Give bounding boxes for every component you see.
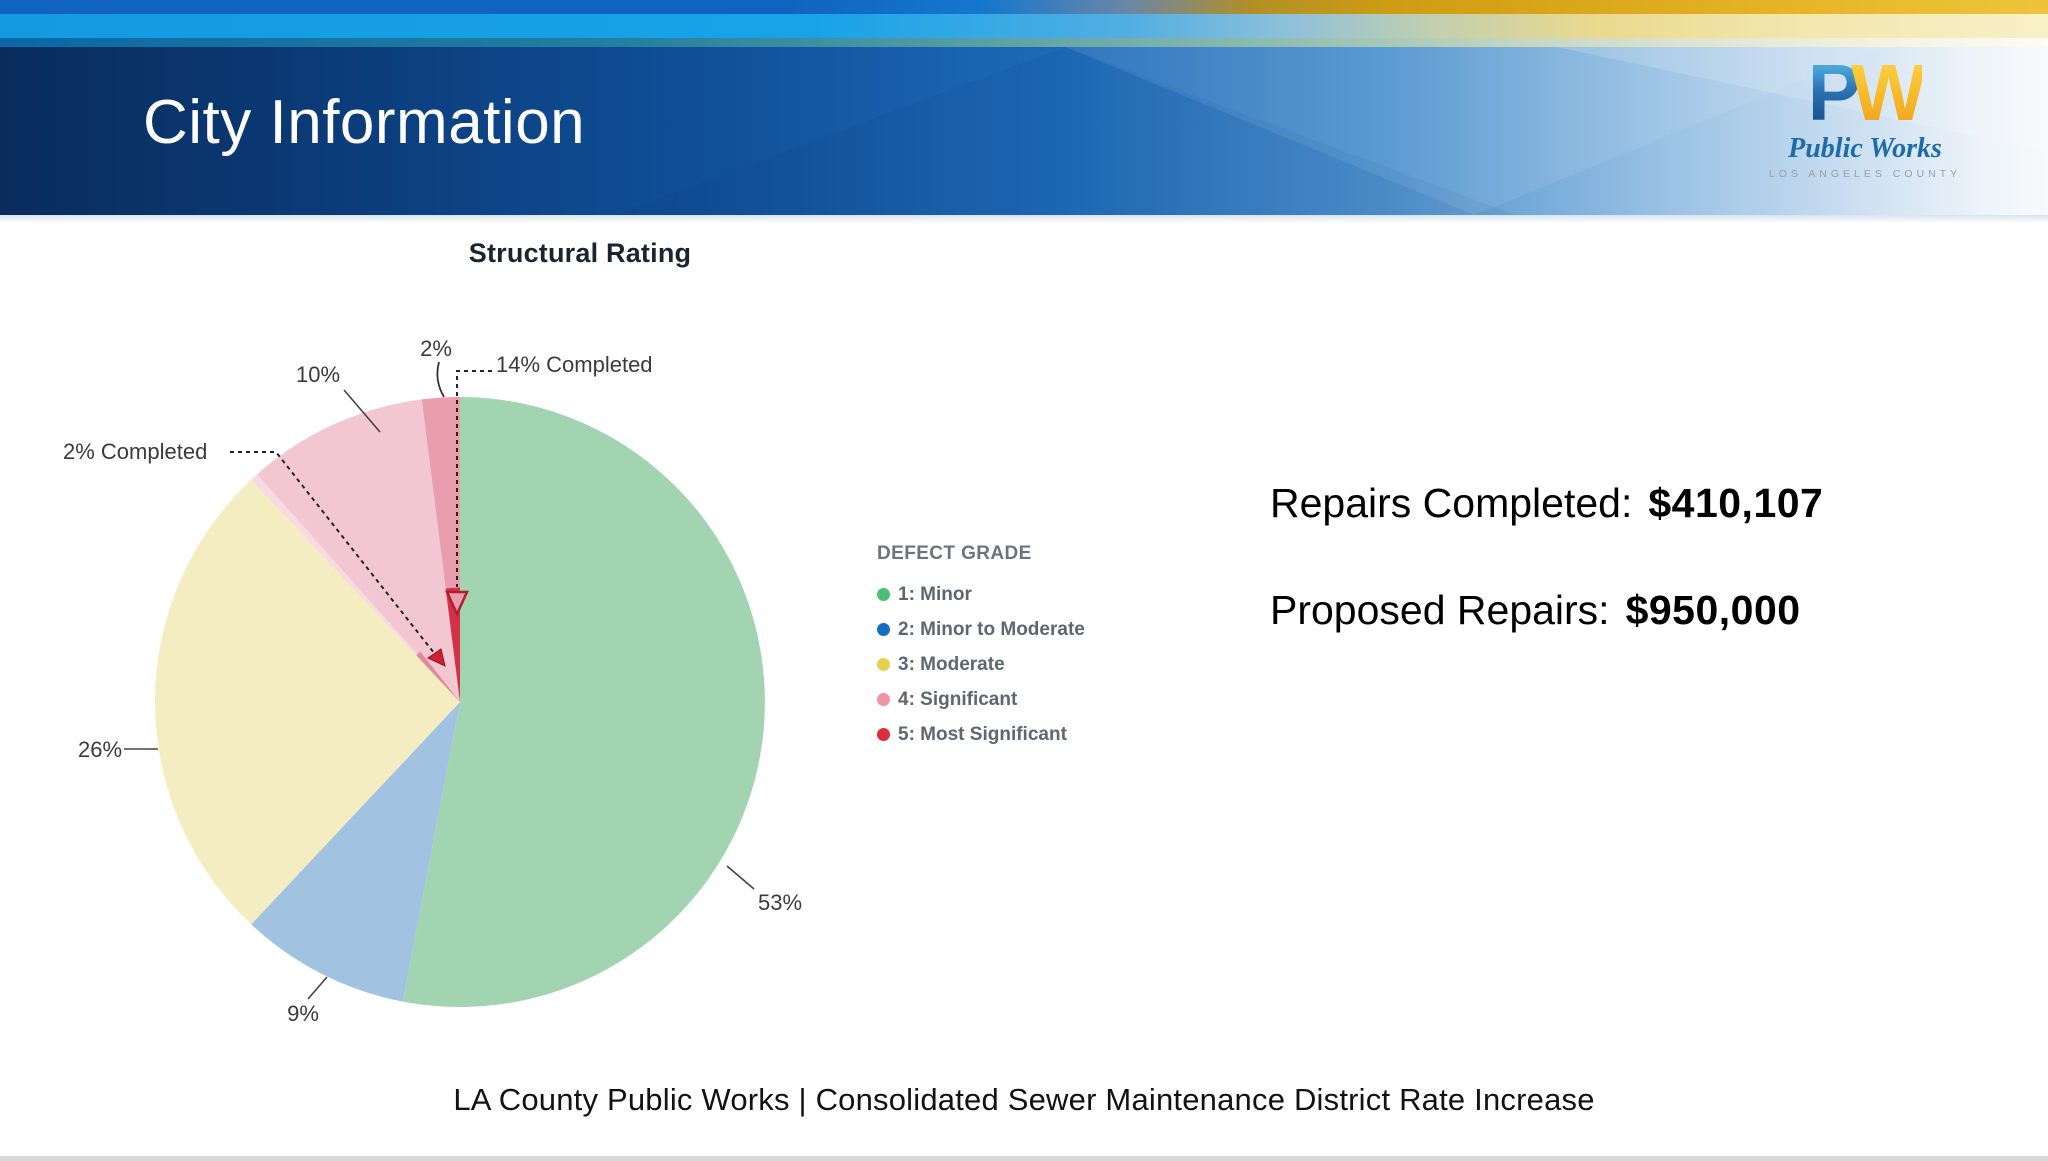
stat-label: Repairs Completed: bbox=[1270, 480, 1632, 526]
annotation-2pct-completed: 2% Completed bbox=[63, 439, 207, 464]
stat-value: $950,000 bbox=[1626, 587, 1801, 633]
legend-item-label: 5: Most Significant bbox=[898, 724, 1067, 746]
legend-item: 2: Minor to Moderate bbox=[877, 612, 1085, 647]
repair-stats: Repairs Completed: $410,107 Proposed Repa… bbox=[1270, 478, 1823, 637]
stat-label: Proposed Repairs: bbox=[1270, 587, 1610, 633]
slide-footer: LA County Public Works | Consolidated Se… bbox=[0, 1082, 2048, 1118]
leader-9pct bbox=[308, 977, 327, 999]
legend-color-dot-icon bbox=[877, 728, 890, 741]
slide: City Information PW Public Works LOS ANG… bbox=[0, 0, 2048, 1161]
legend-item-label: 3: Moderate bbox=[898, 654, 1005, 676]
slice-label-9: 9% bbox=[287, 1001, 319, 1026]
legend-item-label: 4: Significant bbox=[898, 689, 1017, 711]
slide-bottom-edge bbox=[0, 1156, 2048, 1161]
leader-2pct-hook bbox=[437, 362, 444, 397]
legend-items: 1: Minor 2: Minor to Moderate 3: Moderate 4… bbox=[877, 577, 1085, 752]
slice-label-53: 53% bbox=[758, 890, 802, 915]
legend-color-dot-icon bbox=[877, 623, 890, 636]
legend-color-dot-icon bbox=[877, 588, 890, 601]
legend-item-label: 2: Minor to Moderate bbox=[898, 619, 1085, 641]
stat-proposed-repairs: Proposed Repairs: $950,000 bbox=[1270, 585, 1823, 636]
header-fade bbox=[0, 215, 2048, 223]
public-works-logo: PW Public Works LOS ANGELES COUNTY bbox=[1760, 55, 1970, 180]
legend-item: 3: Moderate bbox=[877, 647, 1085, 682]
header-top-stripe-teal bbox=[0, 38, 2048, 47]
slice-label-2: 2% bbox=[420, 336, 452, 361]
logo-subtitle: LOS ANGELES COUNTY bbox=[1760, 168, 1970, 180]
legend-item: 1: Minor bbox=[877, 577, 1085, 612]
page-title: City Information bbox=[143, 92, 585, 154]
pie-chart: 53% 9% 26% 10% 2% 14% Completed 2% Compl… bbox=[40, 225, 840, 1045]
stat-value: $410,107 bbox=[1648, 480, 1823, 526]
pw-monogram-w: W bbox=[1851, 48, 1923, 137]
header-top-stripe-blue-gold bbox=[0, 0, 2048, 14]
header-top-stripe-lightblue bbox=[0, 14, 2048, 38]
slice-label-26: 26% bbox=[78, 737, 122, 762]
legend-color-dot-icon bbox=[877, 658, 890, 671]
legend-title: DEFECT GRADE bbox=[877, 543, 1085, 565]
legend-item: 4: Significant bbox=[877, 682, 1085, 717]
pie-slices bbox=[155, 397, 765, 1007]
legend-item-label: 1: Minor bbox=[898, 584, 972, 606]
pw-monogram-icon: PW bbox=[1760, 55, 1970, 131]
annotation-14pct-completed: 14% Completed bbox=[496, 352, 653, 377]
legend-item: 5: Most Significant bbox=[877, 717, 1085, 752]
slice-label-10: 10% bbox=[296, 362, 340, 387]
pw-monogram-p: P bbox=[1808, 48, 1857, 137]
stat-repairs-completed: Repairs Completed: $410,107 bbox=[1270, 478, 1823, 529]
logo-name: Public Works bbox=[1760, 133, 1970, 165]
leader-53pct bbox=[727, 866, 754, 889]
chart-legend: DEFECT GRADE 1: Minor 2: Minor to Moderat… bbox=[877, 543, 1085, 752]
legend-color-dot-icon bbox=[877, 693, 890, 706]
